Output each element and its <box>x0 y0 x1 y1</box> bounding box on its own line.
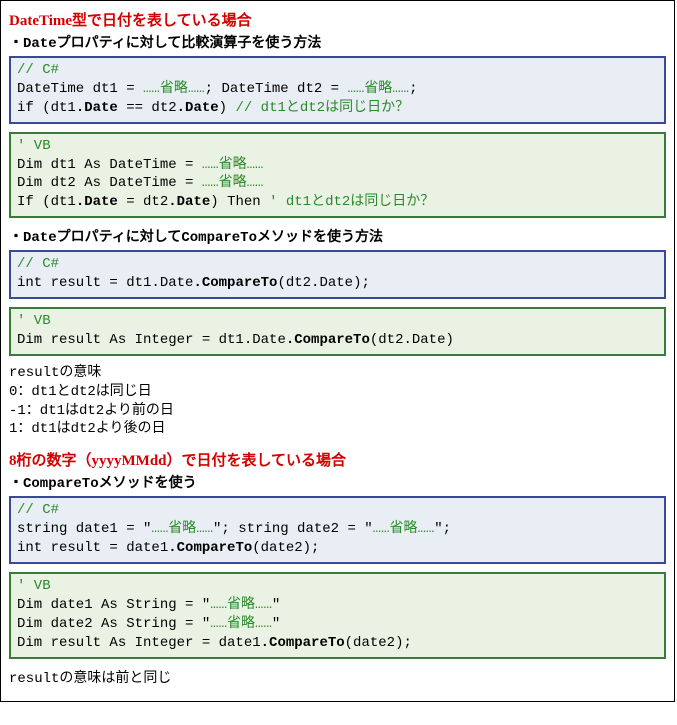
code-omit: ……省略…… <box>210 616 272 632</box>
code: string date1 = " <box>17 521 151 537</box>
code: Dim dt1 As DateTime = <box>17 157 202 173</box>
section2-footer: resultの意味は前と同じ <box>9 667 666 687</box>
codebox-cs-1: // C# DateTime dt1 = ……省略……; DateTime dt… <box>9 56 666 124</box>
code-comment: ' VB <box>17 578 51 594</box>
code: ) <box>219 100 236 116</box>
code: DateTime dt1 = <box>17 81 143 97</box>
code: ) Then <box>210 194 269 210</box>
section1-sub2: ・Dateプロパティに対してCompareToメソッドを使う方法 <box>9 226 666 246</box>
section2-title: 8桁の数字（yyyyMMdd）で日付を表している場合 <box>9 449 666 470</box>
sub2-text2: メソッドを使う方法 <box>257 230 383 245</box>
mono-compareto: CompareTo <box>23 476 99 492</box>
code-comment: // C# <box>17 502 59 518</box>
code: (dt2.Date); <box>277 275 369 291</box>
section1-title: DateTime型で日付を表している場合 <box>9 9 666 30</box>
code-comment: // dt1とdt2は同じ日か？ <box>235 100 409 116</box>
code: == dt2 <box>118 100 177 116</box>
code-bold: .CompareTo <box>286 332 370 348</box>
code: Dim date2 As String = " <box>17 616 210 632</box>
section2-sub: ・CompareToメソッドを使う <box>9 472 666 492</box>
code: ; <box>409 81 417 97</box>
code-omit: ……省略…… <box>373 521 435 537</box>
code-omit: ……省略…… <box>202 175 264 191</box>
code: " <box>272 616 280 632</box>
code: Dim result As Integer = date1 <box>17 635 261 651</box>
code: Dim date1 As String = " <box>17 597 210 613</box>
code-bold: .CompareTo <box>261 635 345 651</box>
code-omit: ……省略…… <box>347 81 409 97</box>
code: int result = date1 <box>17 540 168 556</box>
code: Dim dt2 As DateTime = <box>17 175 202 191</box>
code-bold: .Date <box>76 194 118 210</box>
code-comment: // C# <box>17 62 59 78</box>
result-0: 0：dt1とdt2は同じ日 <box>9 384 152 400</box>
code-omit: ……省略…… <box>151 521 213 537</box>
codebox-vb-2: ' VB Dim result As Integer = dt1.Date.Co… <box>9 307 666 356</box>
mono-date: Date <box>23 230 57 246</box>
section1-sub1: ・Dateプロパティに対して比較演算子を使う方法 <box>9 32 666 52</box>
bullet: ・ <box>9 36 23 51</box>
code: " <box>272 597 280 613</box>
result-1: 1：dt1はdt2より後の日 <box>9 421 166 437</box>
result-m1: -1：dt1はdt2より前の日 <box>9 403 174 419</box>
code-omit: ……省略…… <box>202 157 264 173</box>
code-bold: .Date <box>76 100 118 116</box>
code-comment: // C# <box>17 256 59 272</box>
code: (date2); <box>345 635 412 651</box>
code: (dt2.Date) <box>370 332 454 348</box>
codebox-cs-3: // C# string date1 = "……省略……"; string da… <box>9 496 666 564</box>
code: int result = dt1.Date <box>17 275 193 291</box>
code: "; string date2 = " <box>213 521 373 537</box>
document-frame: DateTime型で日付を表している場合 ・Dateプロパティに対して比較演算子… <box>0 0 675 702</box>
sub2-text1: プロパティに対して <box>57 230 182 245</box>
code-bold: .Date <box>168 194 210 210</box>
code: Dim result As Integer = dt1.Date <box>17 332 286 348</box>
codebox-vb-3: ' VB Dim date1 As String = "……省略……" Dim … <box>9 572 666 659</box>
code: ; DateTime dt2 = <box>205 81 348 97</box>
mono-compareto: CompareTo <box>181 230 257 246</box>
bullet: ・ <box>9 476 23 491</box>
code-omit: ……省略…… <box>210 597 272 613</box>
code-bold: .Date <box>177 100 219 116</box>
sub1-text: プロパティに対して比較演算子を使う方法 <box>57 36 322 51</box>
code-omit: ……省略…… <box>143 81 205 97</box>
codebox-vb-1: ' VB Dim dt1 As DateTime = ……省略…… Dim dt… <box>9 132 666 219</box>
result-meaning: resultの意味 0：dt1とdt2は同じ日 -1：dt1はdt2より前の日 … <box>9 364 666 440</box>
result-title: resultの意味 <box>9 365 101 381</box>
codebox-cs-2: // C# int result = dt1.Date.CompareTo(dt… <box>9 250 666 299</box>
code: if (dt1 <box>17 100 76 116</box>
code: (date2); <box>252 540 319 556</box>
code-bold: .CompareTo <box>193 275 277 291</box>
code: If (dt1 <box>17 194 76 210</box>
code: "; <box>434 521 451 537</box>
code-comment: ' dt1とdt2は同じ日か？ <box>269 194 434 210</box>
code: = dt2 <box>118 194 168 210</box>
code-bold: .CompareTo <box>168 540 252 556</box>
code-comment: ' VB <box>17 313 51 329</box>
mono-date: Date <box>23 36 57 52</box>
sub-text: メソッドを使う <box>99 476 197 491</box>
code-comment: ' VB <box>17 138 51 154</box>
bullet: ・ <box>9 230 23 245</box>
